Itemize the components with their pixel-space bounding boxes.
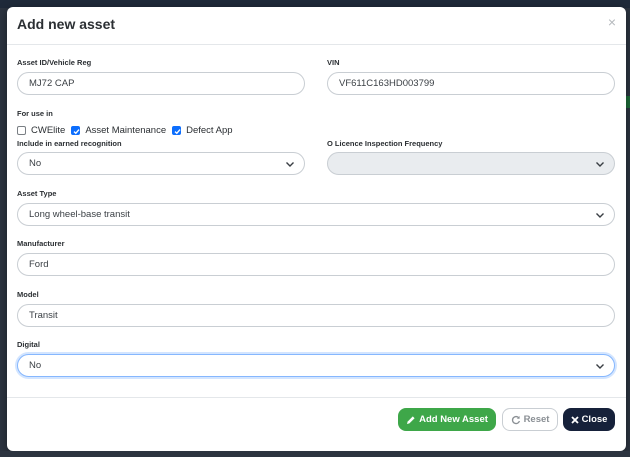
defect-app-label: Defect App: [186, 124, 233, 136]
asset-maintenance-label: Asset Maintenance: [85, 124, 167, 136]
vin-input[interactable]: VF611C163HD003799: [327, 72, 615, 95]
o-licence-label: O Licence Inspection Frequency: [327, 139, 443, 148]
add-asset-modal: Add new asset × Asset ID/Vehicle Reg MJ7…: [7, 7, 626, 451]
close-label: Close: [581, 414, 608, 425]
cwelite-label: CWElite: [31, 124, 66, 136]
asset-type-select[interactable]: Long wheel-base transit: [17, 203, 615, 226]
asset-id-label: Asset ID/Vehicle Reg: [17, 58, 92, 67]
asset-id-input[interactable]: MJ72 CAP: [17, 72, 305, 95]
digital-label: Digital: [17, 340, 40, 349]
for-use-in-checkboxes: CWElite Asset Maintenance Defect App: [17, 124, 239, 136]
close-button[interactable]: Close: [563, 408, 615, 431]
manufacturer-input[interactable]: Ford: [17, 253, 615, 276]
reset-label: Reset: [523, 414, 550, 425]
asset-type-label: Asset Type: [17, 189, 57, 198]
earned-recognition-label: Include in earned recognition: [17, 139, 122, 148]
cwelite-checkbox[interactable]: [17, 125, 26, 135]
pencil-icon: [407, 415, 415, 424]
modal-header: Add new asset ×: [7, 7, 626, 45]
page-backdrop-bottom: [0, 451, 630, 457]
times-icon: [570, 415, 579, 424]
chevron-down-icon: [596, 162, 604, 167]
vin-label: VIN: [327, 58, 340, 67]
chevron-down-icon: [596, 364, 604, 369]
for-use-in-label: For use in: [17, 109, 53, 118]
reset-button[interactable]: Reset: [502, 408, 558, 431]
model-input[interactable]: Transit: [17, 304, 615, 327]
refresh-icon: [511, 415, 520, 424]
add-new-asset-button[interactable]: Add New Asset: [398, 408, 496, 431]
modal-footer: Add New Asset Reset Close: [7, 397, 626, 451]
defect-app-checkbox[interactable]: [172, 125, 182, 135]
chevron-down-icon: [286, 162, 294, 167]
earned-recognition-select[interactable]: No: [17, 152, 305, 175]
o-licence-select[interactable]: [327, 152, 615, 175]
model-label: Model: [17, 290, 39, 299]
close-icon[interactable]: ×: [608, 15, 616, 29]
digital-select[interactable]: No: [17, 354, 615, 377]
asset-maintenance-checkbox[interactable]: [71, 125, 81, 135]
digital-value: No: [29, 360, 42, 371]
add-new-asset-label: Add New Asset: [419, 414, 488, 425]
earned-recognition-value: No: [29, 158, 42, 169]
modal-title: Add new asset: [17, 16, 116, 32]
chevron-down-icon: [596, 213, 604, 218]
manufacturer-label: Manufacturer: [17, 239, 65, 248]
asset-type-value: Long wheel-base transit: [29, 209, 130, 220]
